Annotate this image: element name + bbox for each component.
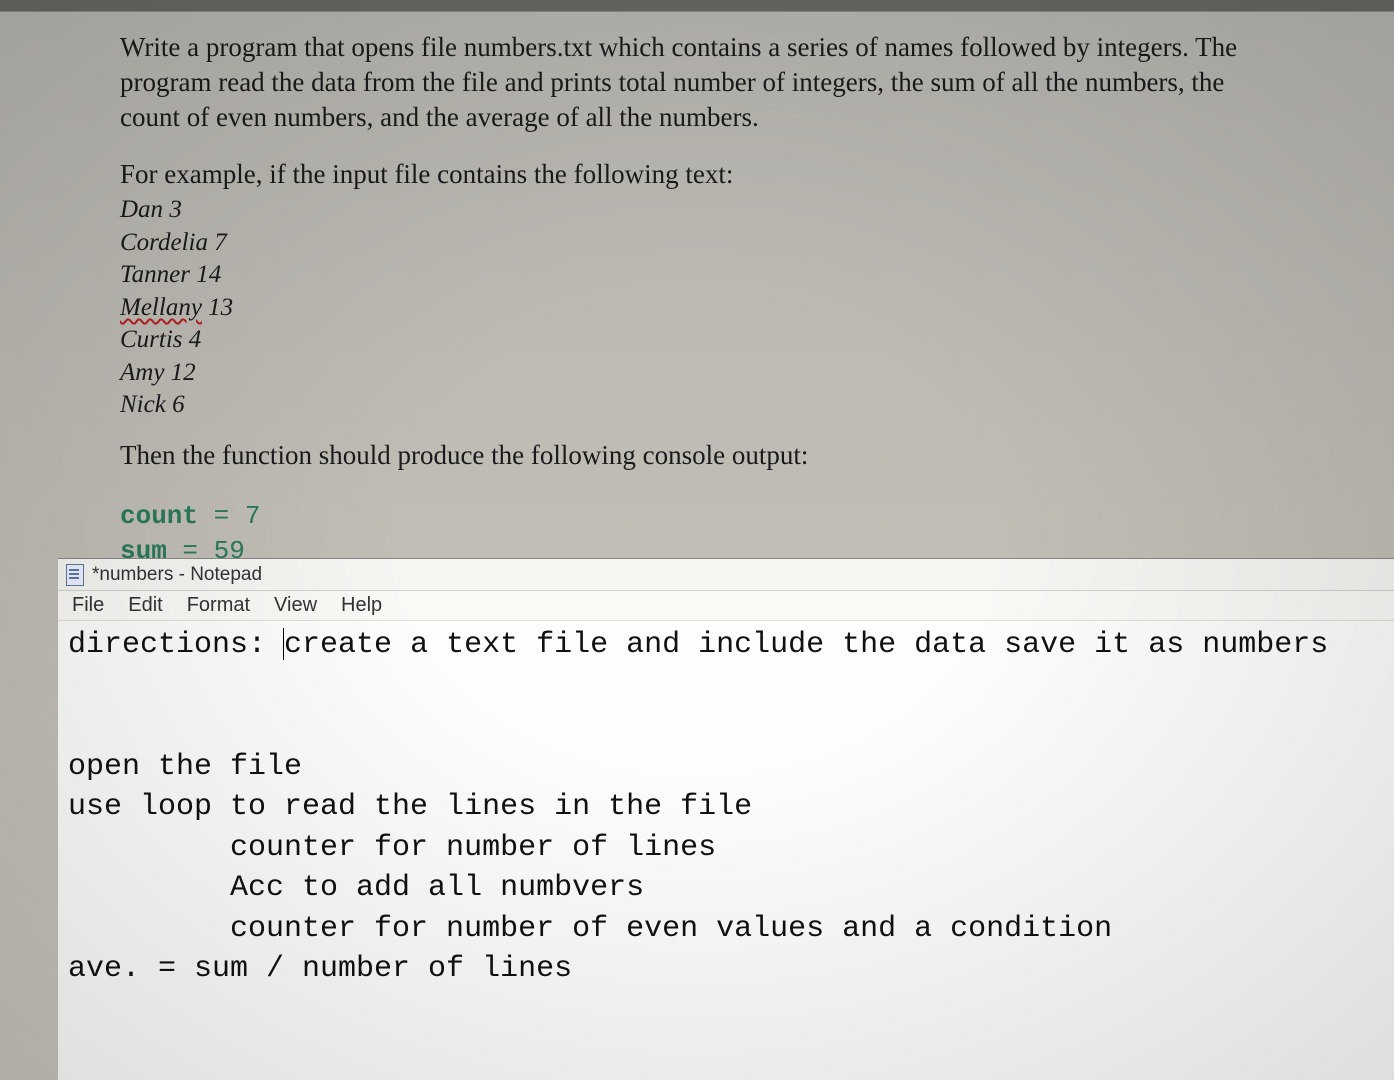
example-input-line: Mellany 13 xyxy=(120,292,1274,325)
window-edge xyxy=(0,0,1394,12)
example-input-block: Dan 3Cordelia 7Tanner 14Mellany 13Curtis… xyxy=(120,194,1274,422)
notepad-line: ave. = sum / number of lines xyxy=(68,949,1384,990)
notepad-icon xyxy=(66,564,84,586)
example-input-line: Cordelia 7 xyxy=(120,227,1274,260)
example-input-line: Curtis 4 xyxy=(120,324,1274,357)
notepad-text-area[interactable]: directions: create a text file and inclu… xyxy=(58,621,1394,1000)
notepad-line: counter for number of even values and a … xyxy=(68,909,1384,950)
notepad-line: use loop to read the lines in the file xyxy=(68,787,1384,828)
menu-file[interactable]: File xyxy=(68,592,108,619)
example-intro: For example, if the input file contains … xyxy=(120,159,1274,190)
notepad-line: counter for number of lines xyxy=(68,828,1384,869)
notepad-window: *numbers - Notepad File Edit Format View… xyxy=(58,558,1394,1080)
notepad-title: *numbers - Notepad xyxy=(92,564,262,586)
problem-paragraph: Write a program that opens file numbers.… xyxy=(120,30,1274,135)
example-input-line: Amy 12 xyxy=(120,357,1274,390)
notepad-line: Acc to add all numbvers xyxy=(68,868,1384,909)
notepad-line: directions: create a text file and inclu… xyxy=(68,625,1384,666)
notepad-title-bar[interactable]: *numbers - Notepad xyxy=(58,559,1394,591)
menu-edit[interactable]: Edit xyxy=(124,592,166,619)
menu-help[interactable]: Help xyxy=(337,592,386,619)
menu-view[interactable]: View xyxy=(270,592,321,619)
menu-format[interactable]: Format xyxy=(183,592,254,619)
notepad-line: open the file xyxy=(68,747,1384,788)
expected-output-intro: Then the function should produce the fol… xyxy=(120,440,1274,471)
example-input-line: Dan 3 xyxy=(120,194,1274,227)
example-input-line: Nick 6 xyxy=(120,389,1274,422)
example-input-line: Tanner 14 xyxy=(120,259,1274,292)
notepad-line xyxy=(68,666,1384,707)
console-line: count = 7 xyxy=(120,499,1274,534)
notepad-menu-bar: File Edit Format View Help xyxy=(58,591,1394,621)
notepad-line xyxy=(68,706,1384,747)
